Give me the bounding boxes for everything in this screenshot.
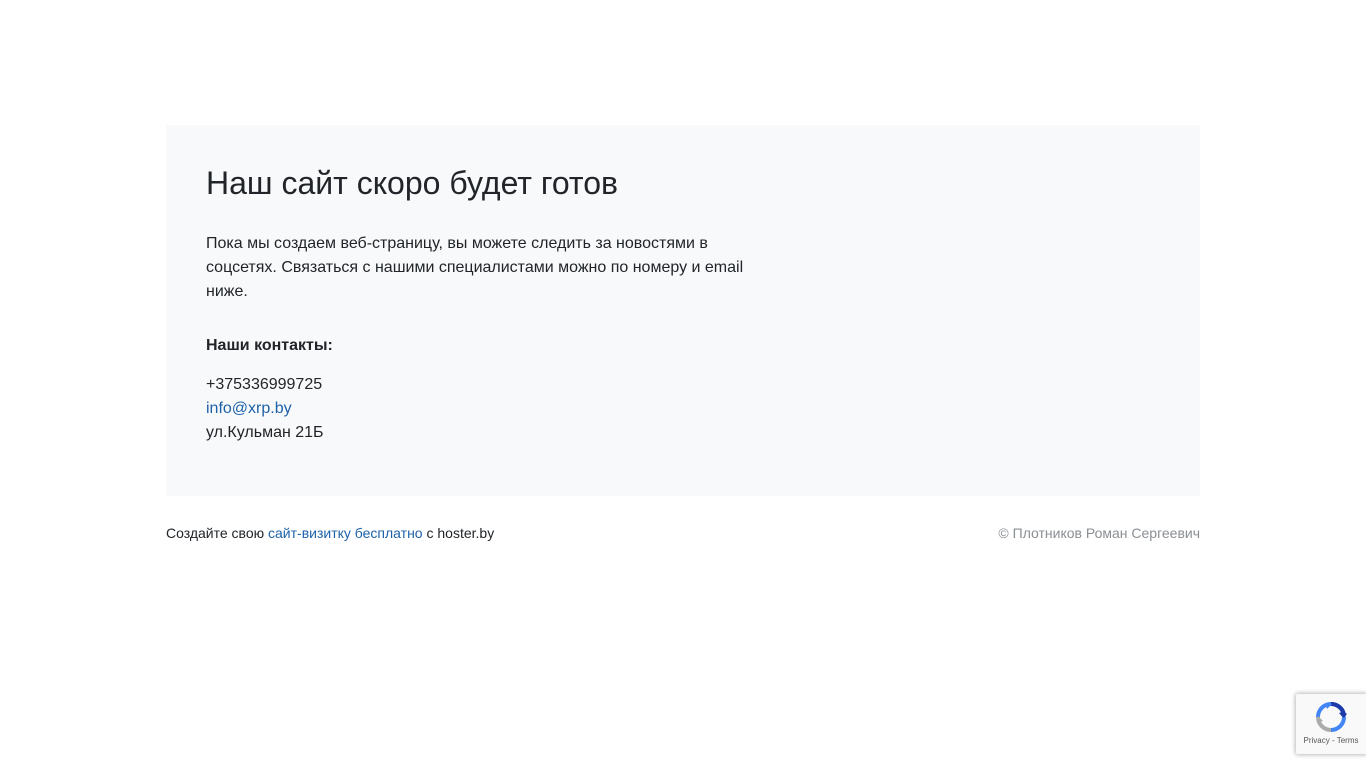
address: ул.Кульман 21Б bbox=[206, 424, 324, 441]
recaptcha-logo-icon bbox=[1316, 701, 1347, 732]
email-link[interactable]: info@xrp.by bbox=[206, 400, 292, 417]
phone-number: +375336999725 bbox=[206, 376, 323, 393]
footer-promo: Создайте свою сайт-визитку бесплатно с h… bbox=[166, 524, 494, 542]
recaptcha-terms-link[interactable]: Terms bbox=[1337, 736, 1359, 745]
recaptcha-badge[interactable]: Privacy - Terms bbox=[1296, 694, 1366, 754]
recaptcha-privacy-link[interactable]: Privacy bbox=[1304, 736, 1330, 745]
intro-text: Пока мы создаем веб-страницу, вы можете … bbox=[206, 235, 744, 300]
free-site-link[interactable]: сайт-визитку бесплатно bbox=[268, 525, 423, 541]
page-title: Наш сайт скоро будет готов bbox=[206, 165, 618, 201]
contacts-heading: Наши контакты: bbox=[206, 337, 333, 354]
footer-promo-prefix: Создайте свою bbox=[166, 525, 265, 541]
recaptcha-links: Privacy - Terms bbox=[1296, 736, 1366, 746]
coming-soon-card: Наш сайт скоро будет готов Пока мы созда… bbox=[166, 125, 1200, 496]
footer-promo-suffix: с hoster.by bbox=[426, 525, 495, 541]
recaptcha-separator: - bbox=[1331, 736, 1335, 745]
contacts-list: +375336999725 info@xrp.by ул.Кульман 21Б bbox=[206, 373, 324, 445]
copyright: © Плотников Роман Сергеевич bbox=[998, 525, 1200, 541]
